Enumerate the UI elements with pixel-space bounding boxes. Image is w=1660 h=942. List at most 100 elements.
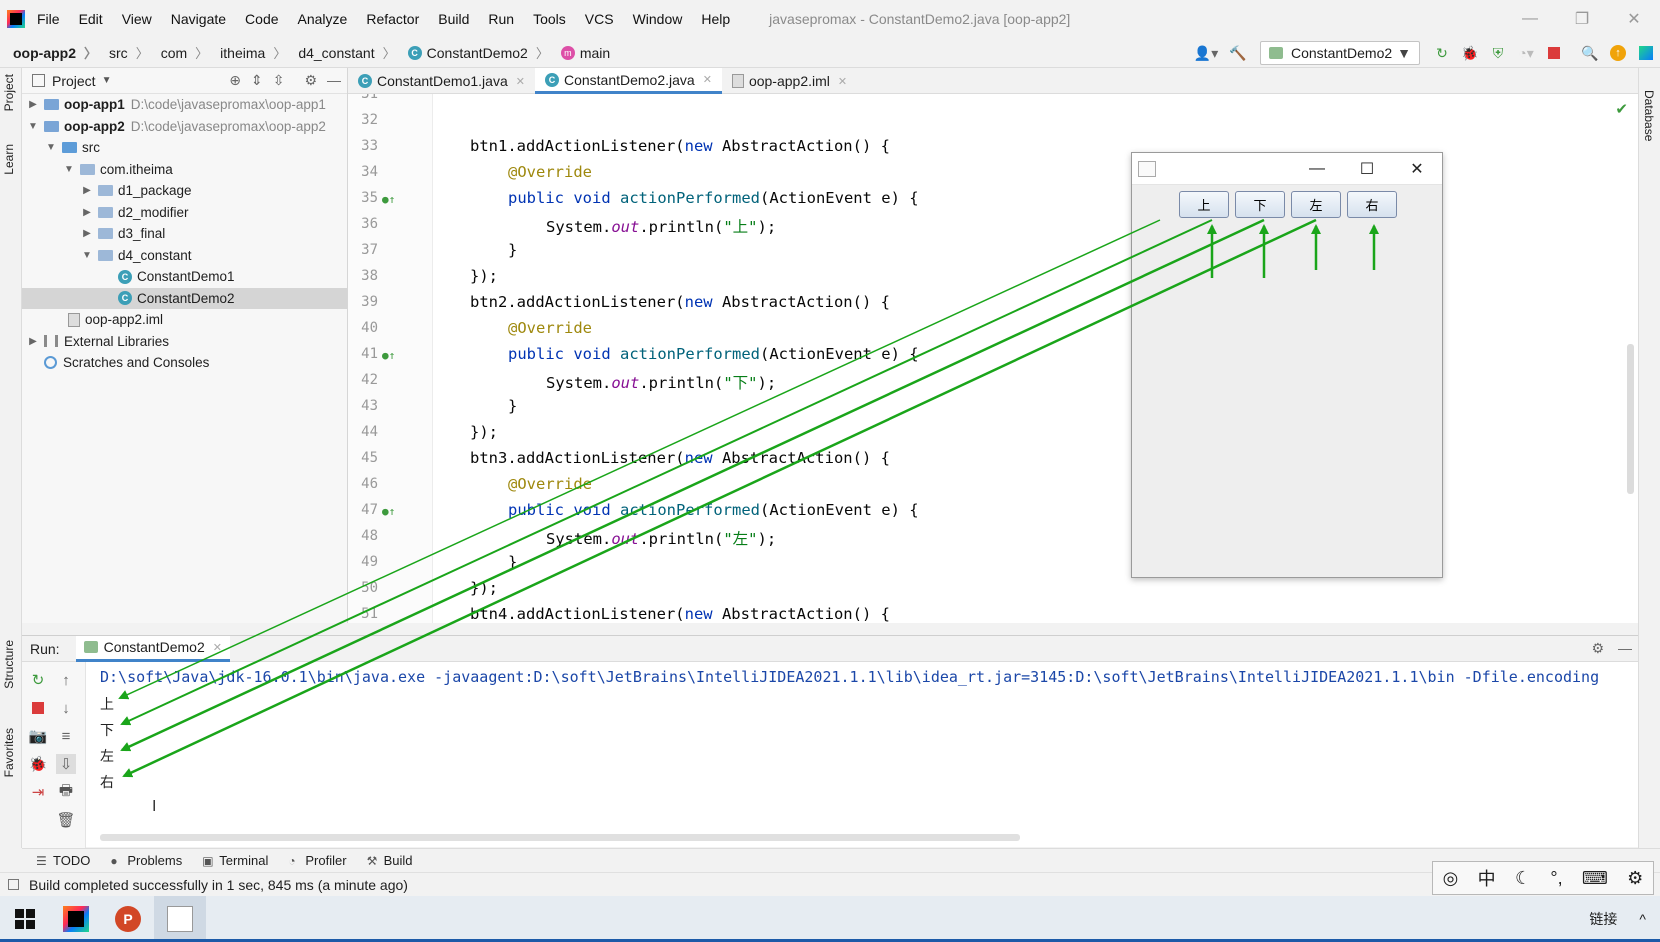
stop-icon[interactable] xyxy=(28,698,48,718)
profile-icon[interactable]: ◔▾ xyxy=(1512,40,1540,66)
taskbar-powerpoint[interactable]: P xyxy=(102,896,154,942)
favorites-tool-tab[interactable]: Favorites xyxy=(2,728,16,777)
menu-tools[interactable]: Tools xyxy=(533,11,566,27)
left-button[interactable]: 左 xyxy=(1291,191,1341,218)
close-icon[interactable]: ✕ xyxy=(1608,0,1660,38)
restore-icon[interactable]: ❐ xyxy=(1556,0,1608,38)
ime-mode-indicator[interactable]: 中 xyxy=(1478,865,1496,891)
scroll-to-end-icon[interactable]: ⇩ xyxy=(56,754,76,774)
build-hammer-icon[interactable]: 🔨 xyxy=(1224,40,1252,66)
locate-icon[interactable]: ⊕ xyxy=(229,72,241,89)
menu-file[interactable]: File xyxy=(37,11,60,27)
tree-item-d2-modifier[interactable]: ▶ d2_modifier xyxy=(22,202,347,224)
tree-item-src[interactable]: ▼ src xyxy=(22,137,347,159)
chevron-right-icon[interactable]: ▶ xyxy=(26,99,40,110)
search-icon[interactable]: 🔍 xyxy=(1576,40,1604,66)
breadcrumb-com[interactable]: com 〉 xyxy=(149,43,208,62)
override-marker-icon[interactable]: ●↑ xyxy=(382,505,395,518)
menu-navigate[interactable]: Navigate xyxy=(171,11,226,27)
tree-item-oop-app2-iml[interactable]: oop-app2.iml xyxy=(22,309,347,331)
tree-item-d3-final[interactable]: ▶ d3_final xyxy=(22,223,347,245)
exit-icon[interactable]: ⇥ xyxy=(28,782,48,802)
taskbar-java-app[interactable] xyxy=(154,896,206,942)
problems-button[interactable]: ● Problems xyxy=(110,853,182,868)
expand-all-icon[interactable]: ⇕ xyxy=(251,72,263,89)
ime-logo-icon[interactable]: ◎ xyxy=(1443,868,1459,889)
chevron-right-icon[interactable]: ▶ xyxy=(80,185,94,196)
todo-button[interactable]: ☰ TODO xyxy=(36,853,90,868)
coverage-icon[interactable]: ⛨ xyxy=(1484,40,1512,66)
breadcrumb-constantdemo2[interactable]: C ConstantDemo2 〉 xyxy=(396,43,549,62)
tree-item-com-itheima[interactable]: ▼ com.itheima xyxy=(22,159,347,181)
gear-icon[interactable]: ⚙ xyxy=(1627,868,1643,889)
up-button[interactable]: 上 xyxy=(1179,191,1229,218)
override-marker-icon[interactable]: ●↑ xyxy=(382,193,395,206)
rerun-icon[interactable]: ↻ xyxy=(28,670,48,690)
close-tab-icon[interactable]: ✕ xyxy=(703,73,712,86)
menu-help[interactable]: Help xyxy=(701,11,730,27)
minimize-icon[interactable]: — xyxy=(1292,153,1342,185)
menu-refactor[interactable]: Refactor xyxy=(366,11,419,27)
menu-vcs[interactable]: VCS xyxy=(585,11,614,27)
menu-analyze[interactable]: Analyze xyxy=(298,11,348,27)
console-h-scrollbar[interactable] xyxy=(100,834,1020,841)
camera-icon[interactable]: 📷 xyxy=(28,726,48,746)
gear-icon[interactable]: ⚙ xyxy=(304,72,317,89)
chevron-down-icon[interactable]: ▼ xyxy=(102,75,112,86)
menu-edit[interactable]: Edit xyxy=(79,11,103,27)
menu-run[interactable]: Run xyxy=(488,11,514,27)
tab-constantdemo1[interactable]: C ConstantDemo1.java ✕ xyxy=(348,68,535,94)
learn-tool-tab[interactable]: Learn xyxy=(2,144,16,175)
structure-tool-tab[interactable]: Structure xyxy=(2,640,16,689)
trash-icon[interactable]: 🗑 xyxy=(56,810,76,830)
arrow-up-icon[interactable]: ↑ xyxy=(56,670,76,690)
right-button[interactable]: 右 xyxy=(1347,191,1397,218)
menu-window[interactable]: Window xyxy=(633,11,683,27)
rerun-icon[interactable]: ↻ xyxy=(1428,40,1456,66)
menu-build[interactable]: Build xyxy=(438,11,469,27)
chevron-down-icon[interactable]: ▼ xyxy=(44,142,58,153)
terminal-button[interactable]: ▣ Terminal xyxy=(202,853,268,868)
chevron-right-icon[interactable]: ▶ xyxy=(80,207,94,218)
print-icon[interactable]: 🖶 xyxy=(56,782,76,802)
menu-code[interactable]: Code xyxy=(245,11,278,27)
tree-item-d1-package[interactable]: ▶ d1_package xyxy=(22,180,347,202)
start-button[interactable] xyxy=(0,896,50,942)
database-tool-tab[interactable]: Database xyxy=(1642,90,1656,141)
run-config-selector[interactable]: ConstantDemo2 ▼ xyxy=(1260,41,1420,65)
code-editor[interactable]: ✔ 31 32 33 btn1.addActionListener(new Ab… xyxy=(348,94,1638,623)
update-icon[interactable]: ↑ xyxy=(1604,40,1632,66)
close-tab-icon[interactable]: ✕ xyxy=(838,75,847,88)
profiler-button[interactable]: ◔ Profiler xyxy=(288,853,346,868)
project-panel-title[interactable]: Project xyxy=(52,73,96,89)
user-icon[interactable]: 👤▾ xyxy=(1188,40,1224,66)
breadcrumb-oop-app2[interactable]: oop-app2 〉 xyxy=(0,43,97,62)
maximize-icon[interactable]: ☐ xyxy=(1342,153,1392,185)
tree-item-oop-app2[interactable]: ▼ oop-app2 D:\code\javasepromax\oop-app2 xyxy=(22,116,347,138)
chevron-down-icon[interactable]: ▼ xyxy=(26,121,40,132)
breadcrumb-d4-constant[interactable]: d4_constant 〉 xyxy=(286,43,395,62)
chevron-right-icon[interactable]: ▶ xyxy=(26,336,40,347)
tree-item-oop-app1[interactable]: ▶ oop-app1 D:\code\javasepromax\oop-app1 xyxy=(22,94,347,116)
stop-icon[interactable] xyxy=(1540,40,1568,66)
jetbrains-logo-icon[interactable] xyxy=(1632,40,1660,66)
minimize-icon[interactable]: — xyxy=(1504,0,1556,38)
debug-icon[interactable]: 🐞 xyxy=(1456,40,1484,66)
soft-wrap-icon[interactable]: ≡ xyxy=(56,726,76,746)
tree-item-constantdemo1[interactable]: C ConstantDemo1 xyxy=(22,266,347,288)
tree-item-d4-constant[interactable]: ▼ d4_constant xyxy=(22,245,347,267)
close-icon[interactable]: ✕ xyxy=(1392,153,1442,185)
build-button[interactable]: ⚒ Build xyxy=(367,853,413,868)
hide-icon[interactable]: — xyxy=(327,72,341,89)
hide-icon[interactable]: — xyxy=(1618,640,1632,657)
keyboard-icon[interactable]: ⌨ xyxy=(1582,868,1608,889)
arrow-down-icon[interactable]: ↓ xyxy=(56,698,76,718)
breadcrumb-main[interactable]: m main xyxy=(549,45,610,61)
override-marker-icon[interactable]: ●↑ xyxy=(382,349,395,362)
chevron-down-icon[interactable]: ▼ xyxy=(80,250,94,261)
console-output[interactable]: D:\soft\Java\jdk-16.0.1\bin\java.exe -ja… xyxy=(100,662,1638,848)
swing-title-bar[interactable]: — ☐ ✕ xyxy=(1132,153,1442,185)
moon-icon[interactable]: ☾ xyxy=(1515,868,1531,889)
breadcrumb-itheima[interactable]: itheima 〉 xyxy=(208,43,286,62)
tree-item-external-libraries[interactable]: ▶ External Libraries xyxy=(22,331,347,353)
